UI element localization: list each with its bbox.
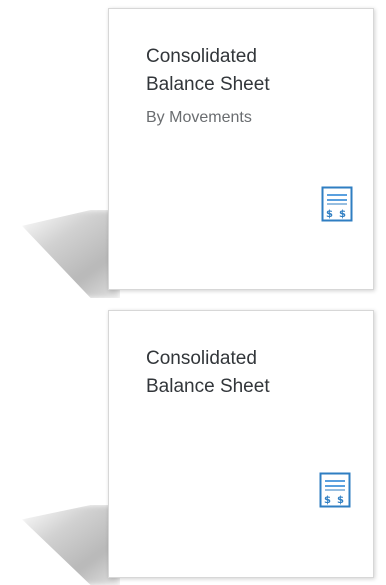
balance-sheet-icon: $ $: [319, 472, 351, 508]
svg-text:$: $: [339, 209, 346, 220]
svg-text:$: $: [324, 495, 331, 506]
tile-subtitle: By Movements: [146, 109, 252, 126]
tile-shadow: [22, 210, 120, 298]
consolidated-balance-sheet-by-movements-tile[interactable]: Consolidated Balance Sheet By Movements …: [108, 8, 374, 290]
consolidated-balance-sheet-tile[interactable]: Consolidated Balance Sheet $ $: [108, 310, 374, 578]
tile-title: Consolidated Balance Sheet: [146, 46, 270, 95]
balance-sheet-icon: $ $: [321, 186, 353, 222]
tile-title: Consolidated Balance Sheet: [146, 348, 270, 397]
tile-shadow: [22, 505, 120, 585]
svg-text:$: $: [326, 209, 333, 220]
svg-text:$: $: [337, 495, 344, 506]
